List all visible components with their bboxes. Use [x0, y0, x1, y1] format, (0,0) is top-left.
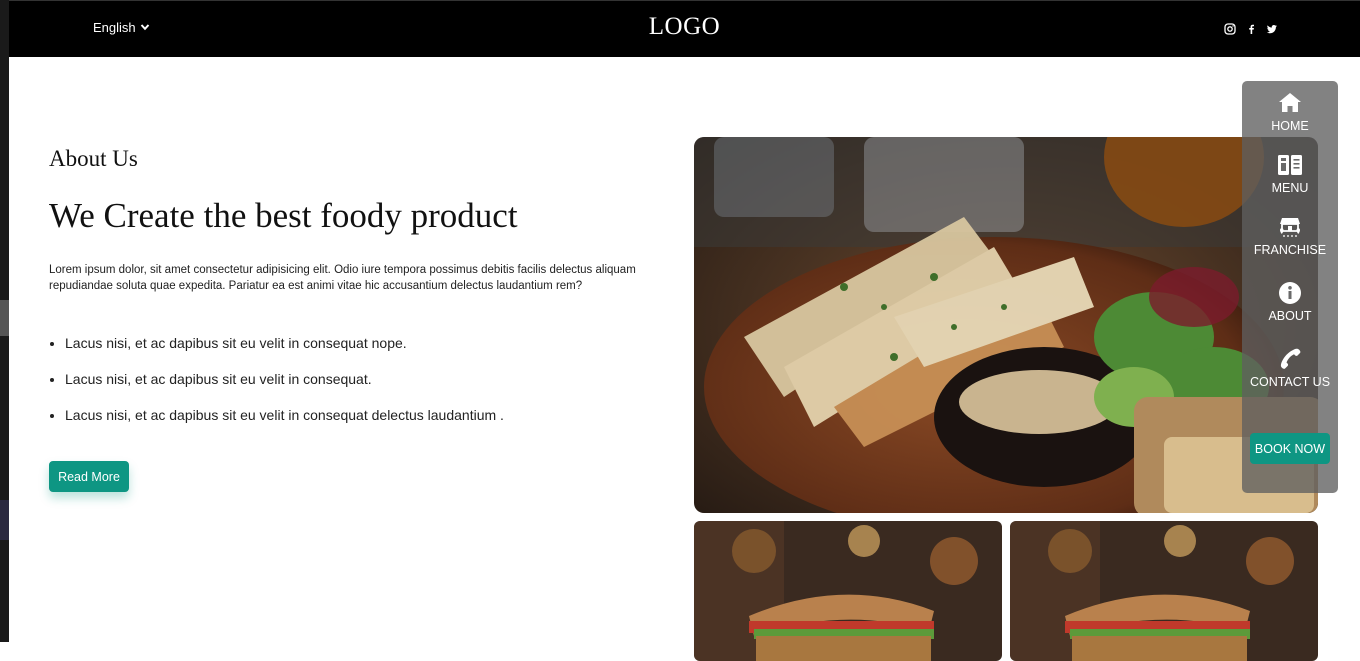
- read-more-button[interactable]: Read More: [49, 461, 129, 492]
- top-header: English LOGO: [9, 0, 1360, 57]
- food-plate-image: [694, 137, 1318, 513]
- nav-label: HOME: [1271, 119, 1309, 133]
- social-links: [1223, 22, 1278, 35]
- menu-book-icon: [1277, 153, 1303, 177]
- side-navigation: HOME MENU FRANCHISE ABOUT CONTACT US BOO…: [1242, 81, 1338, 493]
- nav-menu[interactable]: MENU: [1242, 153, 1338, 195]
- list-item: Lacus nisi, et ac dapibus sit eu velit i…: [65, 368, 504, 404]
- nav-contact[interactable]: CONTACT US: [1242, 347, 1338, 389]
- twitter-icon[interactable]: [1265, 22, 1278, 35]
- nav-label: MENU: [1271, 181, 1309, 195]
- nav-label: ABOUT: [1268, 309, 1312, 323]
- facebook-icon[interactable]: [1244, 22, 1257, 35]
- list-item: Lacus nisi, et ac dapibus sit eu velit i…: [65, 404, 504, 440]
- site-logo[interactable]: LOGO: [9, 13, 1360, 41]
- about-paragraph: Lorem ipsum dolor, sit amet consectetur …: [49, 264, 636, 292]
- list-item: Lacus nisi, et ac dapibus sit eu velit i…: [65, 332, 504, 368]
- book-now-button[interactable]: BOOK NOW: [1250, 433, 1330, 464]
- sandwich-image: [694, 521, 1002, 661]
- home-icon: [1277, 91, 1303, 115]
- about-eyebrow: About Us: [49, 146, 138, 171]
- feature-list: Lacus nisi, et ac dapibus sit eu velit i…: [49, 332, 504, 440]
- sandwich-image: [1010, 521, 1318, 661]
- left-edge-strip: [0, 0, 9, 642]
- nav-label: CONTACT US: [1249, 375, 1331, 389]
- phone-icon: [1277, 347, 1303, 371]
- instagram-icon[interactable]: [1223, 22, 1236, 35]
- store-icon: [1277, 215, 1303, 239]
- nav-franchise[interactable]: FRANCHISE: [1242, 215, 1338, 257]
- nav-home[interactable]: HOME: [1242, 91, 1338, 133]
- nav-label: FRANCHISE: [1253, 243, 1327, 257]
- info-icon: [1277, 281, 1303, 305]
- nav-about[interactable]: ABOUT: [1242, 281, 1338, 323]
- about-heading: We Create the best foody product: [49, 196, 518, 235]
